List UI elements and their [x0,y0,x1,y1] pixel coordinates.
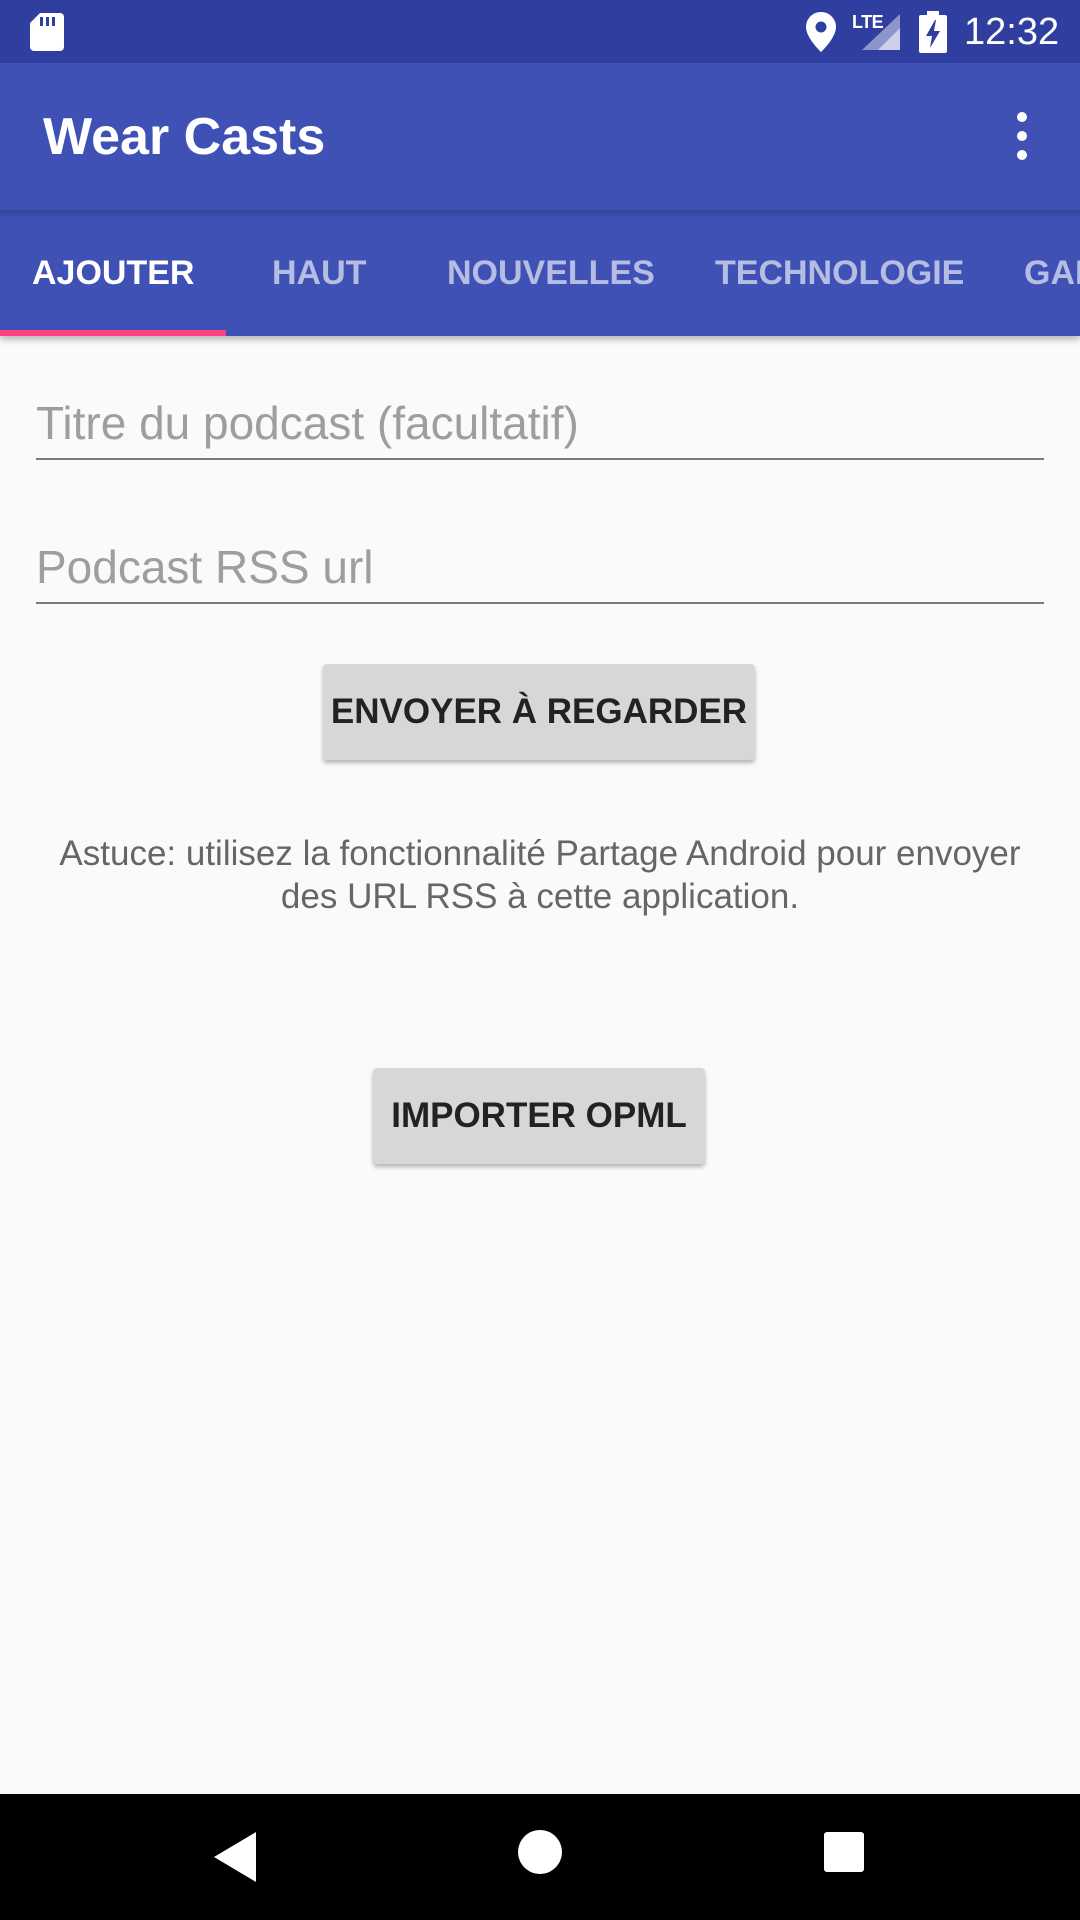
status-bar: LTE 12:32 [0,0,1080,63]
more-vert-icon [1017,112,1027,122]
tab-technologie[interactable]: TECHNOLOGIE [715,210,964,336]
back-icon[interactable] [210,1830,260,1884]
home-icon[interactable] [518,1830,562,1874]
tab-ajouter[interactable]: AJOUTER [32,210,194,336]
battery-charging-icon [919,11,947,53]
location-icon [806,12,836,52]
tab-haut[interactable]: HAUT [272,210,366,336]
status-clock: 12:32 [964,11,1060,53]
sd-card-icon [30,13,64,51]
recent-apps-icon[interactable] [824,1832,864,1872]
tip-text: Astuce: utilisez la fonctionnalité Parta… [20,832,1060,918]
more-options-button[interactable] [1000,103,1044,167]
tab-bar: AJOUTER HAUT NOUVELLES TECHNOLOGIE GAI [0,210,1080,336]
tab-nouvelles[interactable]: NOUVELLES [447,210,655,336]
network-type-label: LTE [852,12,884,32]
tab-gai[interactable]: GAI [1024,210,1080,336]
tip-line-2: des URL RSS à cette application. [280,877,800,916]
podcast-title-input[interactable] [36,388,1044,460]
tip-line-1: Astuce: utilisez la fonctionnalité Parta… [59,834,1021,873]
app-bar: Wear Casts [0,63,1080,210]
import-opml-button[interactable]: IMPORTER OPML [373,1068,705,1164]
system-nav-bar [0,1794,1080,1920]
tab-indicator [0,330,226,336]
app-title: Wear Casts [43,108,326,166]
send-to-watch-button[interactable]: ENVOYER À REGARDER [323,664,755,760]
podcast-rss-url-input[interactable] [36,532,1044,604]
